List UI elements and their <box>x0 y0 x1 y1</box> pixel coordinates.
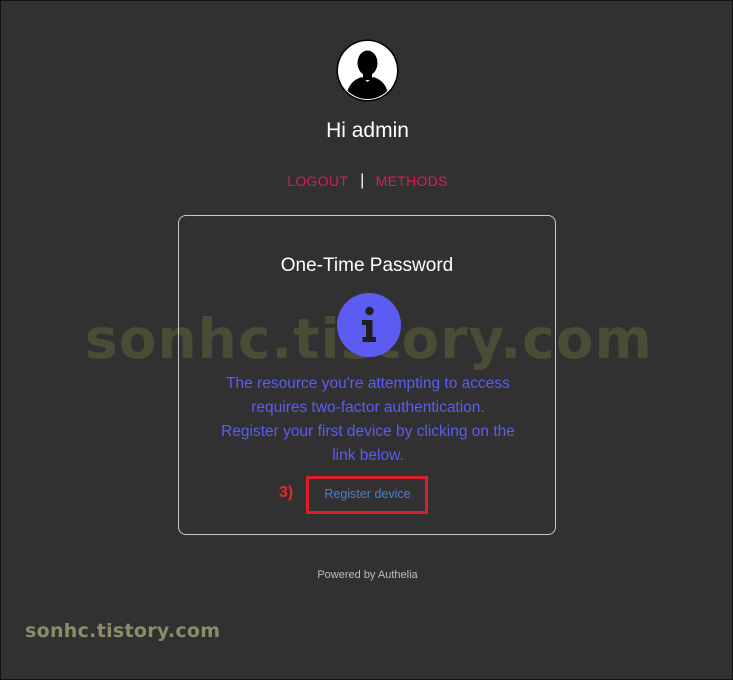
annotation-highlight-box <box>306 476 428 514</box>
watermark-small: sonhc.tistory.com <box>25 620 221 642</box>
methods-link[interactable]: METHODS <box>376 173 448 189</box>
message-line: link below. <box>332 447 404 464</box>
message-line: Register your first device by clicking o… <box>221 423 515 440</box>
logout-link[interactable]: LOGOUT <box>287 173 348 189</box>
annotation-step-label: 3) <box>279 484 294 501</box>
nav-links: LOGOUT | METHODS <box>1 172 733 191</box>
user-avatar-icon <box>336 39 399 102</box>
message-line: The resource you're attempting to access <box>226 375 510 392</box>
greeting-title: Hi admin <box>326 119 409 142</box>
card-message: The resource you're attempting to access… <box>195 372 541 468</box>
powered-by-footer: Powered by Authelia <box>317 569 418 581</box>
nav-separator: | <box>360 172 365 189</box>
info-icon <box>337 293 401 357</box>
card-title: One-Time Password <box>280 255 454 276</box>
app-frame: sonhc.tistory.com Hi admin LOGOUT | METHOD… <box>0 0 733 680</box>
message-line: requires two-factor authentication. <box>251 399 485 416</box>
